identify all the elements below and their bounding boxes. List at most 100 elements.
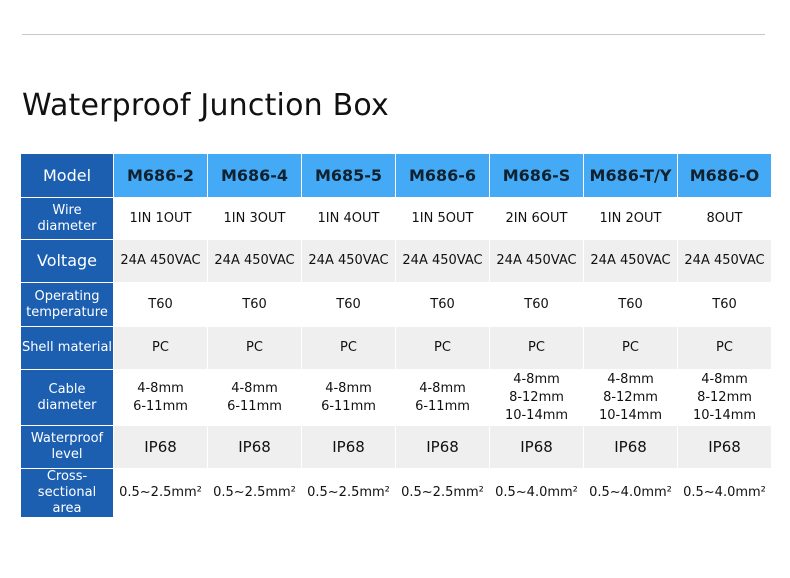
- spec-cell-line: T60: [242, 296, 267, 312]
- model-row: Model M686-2 M686-4 M685-5 M686-6 M686-S M686…: [21, 154, 771, 197]
- spec-cell-line: 1IN 4OUT: [317, 210, 380, 226]
- model-header-cell: M686-4: [208, 154, 301, 197]
- spec-cell-line: 4-8mm: [513, 371, 560, 387]
- row-label-line: Cable diameter: [37, 381, 97, 413]
- spec-cell: IP68: [678, 426, 771, 468]
- spec-cell-line: IP68: [426, 438, 459, 456]
- header-model-label: Model: [21, 154, 113, 197]
- spec-cell-line: 2IN 6OUT: [505, 210, 568, 226]
- spec-row: Shell material PC PC PC PC PC PC PC: [21, 327, 771, 369]
- row-label-line: Waterproof: [30, 431, 104, 446]
- spec-cell: 4-8mm 6-11mm: [114, 370, 207, 425]
- spec-cell-line: 4-8mm: [701, 371, 748, 387]
- top-divider: [22, 34, 765, 35]
- spec-cell: 24A 450VAC: [396, 240, 489, 282]
- spec-cell-line: IP68: [144, 438, 177, 456]
- spec-cell: 1IN 5OUT: [396, 198, 489, 239]
- spec-cell-line: 1IN 5OUT: [411, 210, 474, 226]
- row-label: Cross-sectional area: [21, 469, 113, 517]
- row-label: Shell material: [21, 327, 113, 369]
- spec-cell: PC: [208, 327, 301, 369]
- spec-body: Wire diameter 1IN 1OUT 1IN 3OUT 1IN 4OUT 1IN …: [21, 198, 771, 517]
- spec-row: Operating temperature T60 T60 T60 T60 T60 T60 T6…: [21, 283, 771, 326]
- spec-cell-line: 0.5~2.5mm²: [213, 485, 296, 500]
- spec-cell: 24A 450VAC: [490, 240, 583, 282]
- spec-cell: 4-8mm 8-12mm 10-14mm: [490, 370, 583, 425]
- row-label-line: Wire: [52, 202, 82, 218]
- spec-cell: PC: [396, 327, 489, 369]
- spec-cell-line: 4-8mm: [607, 371, 654, 387]
- spec-cell-line: PC: [622, 340, 639, 355]
- row-label: Voltage: [21, 240, 113, 282]
- spec-cell-line: 6-11mm: [415, 398, 470, 414]
- spec-cell-line: 8-12mm: [697, 389, 752, 405]
- spec-cell-line: 24A 450VAC: [308, 253, 389, 268]
- spec-cell-line: 0.5~4.0mm²: [495, 485, 578, 500]
- spec-cell-line: T60: [430, 296, 455, 312]
- spec-cell-line: 6-11mm: [321, 398, 376, 414]
- spec-row: Wire diameter 1IN 1OUT 1IN 3OUT 1IN 4OUT 1IN …: [21, 198, 771, 239]
- model-header-cell: M686-O: [678, 154, 771, 197]
- model-header-cell: M686-2: [114, 154, 207, 197]
- row-label: Cable diameter: [21, 370, 113, 425]
- spec-cell-line: IP68: [708, 438, 741, 456]
- spec-cell: 1IN 2OUT: [584, 198, 677, 239]
- spec-cell: IP68: [584, 426, 677, 468]
- spec-cell-line: 10-14mm: [692, 407, 757, 423]
- spec-cell: 8OUT: [678, 198, 771, 239]
- spec-cell-line: T60: [524, 296, 549, 312]
- spec-cell-line: 24A 450VAC: [402, 253, 483, 268]
- spec-cell-line: T60: [336, 296, 361, 312]
- spec-cell: 4-8mm 6-11mm: [208, 370, 301, 425]
- spec-cell-line: 0.5~2.5mm²: [401, 485, 484, 500]
- spec-row: Voltage 24A 450VAC 24A 450VAC 24A 450VAC 24A…: [21, 240, 771, 282]
- spec-cell: 24A 450VAC: [114, 240, 207, 282]
- model-header-cell: M686-6: [396, 154, 489, 197]
- spec-cell-line: 1IN 3OUT: [223, 210, 286, 226]
- spec-cell-line: IP68: [332, 438, 365, 456]
- spec-cell-line: PC: [434, 340, 451, 355]
- spec-cell: 1IN 1OUT: [114, 198, 207, 239]
- spec-cell: T60: [302, 283, 395, 326]
- row-label: Wire diameter: [21, 198, 113, 239]
- spec-cell-line: T60: [618, 296, 643, 312]
- spec-cell: PC: [114, 327, 207, 369]
- spec-cell: T60: [678, 283, 771, 326]
- spec-cell: 4-8mm 6-11mm: [302, 370, 395, 425]
- spec-cell-line: T60: [712, 296, 737, 312]
- page-title: Waterproof Junction Box: [22, 88, 389, 123]
- row-label-line: Cross-sectional: [37, 469, 97, 500]
- spec-cell-line: 0.5~4.0mm²: [683, 485, 766, 500]
- model-header-cell: M686-T/Y: [584, 154, 677, 197]
- row-label: Operating temperature: [21, 283, 113, 326]
- spec-cell-line: 1IN 1OUT: [129, 210, 192, 226]
- model-header-cell: M685-5: [302, 154, 395, 197]
- spec-cell-line: 4-8mm: [137, 380, 184, 396]
- spec-cell: 24A 450VAC: [208, 240, 301, 282]
- spec-cell-line: IP68: [238, 438, 271, 456]
- spec-row: Waterproof level IP68 IP68 IP68 IP68 IP68 IP68 I…: [21, 426, 771, 468]
- spec-cell-line: 8-12mm: [509, 389, 564, 405]
- spec-cell: IP68: [302, 426, 395, 468]
- row-label-line: diameter: [37, 218, 97, 234]
- spec-cell-line: 24A 450VAC: [120, 253, 201, 268]
- spec-cell: 0.5~2.5mm²: [114, 469, 207, 517]
- spec-cell-line: PC: [716, 340, 733, 355]
- spec-cell-line: 6-11mm: [227, 398, 282, 414]
- spec-cell-line: PC: [152, 340, 169, 355]
- spec-cell-line: 8OUT: [706, 210, 743, 226]
- spec-cell: IP68: [490, 426, 583, 468]
- spec-cell: 0.5~2.5mm²: [396, 469, 489, 517]
- spec-cell-line: PC: [246, 340, 263, 355]
- spec-cell: IP68: [114, 426, 207, 468]
- spec-row: Cross-sectional area 0.5~2.5mm² 0.5~2.5mm² 0…: [21, 469, 771, 517]
- spec-cell: 0.5~4.0mm²: [584, 469, 677, 517]
- row-label-line: temperature: [26, 304, 108, 320]
- spec-cell: 0.5~4.0mm²: [678, 469, 771, 517]
- spec-cell: PC: [490, 327, 583, 369]
- spec-cell: PC: [678, 327, 771, 369]
- spec-cell-line: 4-8mm: [419, 380, 466, 396]
- spec-cell: 4-8mm 8-12mm 10-14mm: [678, 370, 771, 425]
- spec-cell-line: 6-11mm: [133, 398, 188, 414]
- row-label-line: Operating: [34, 288, 100, 304]
